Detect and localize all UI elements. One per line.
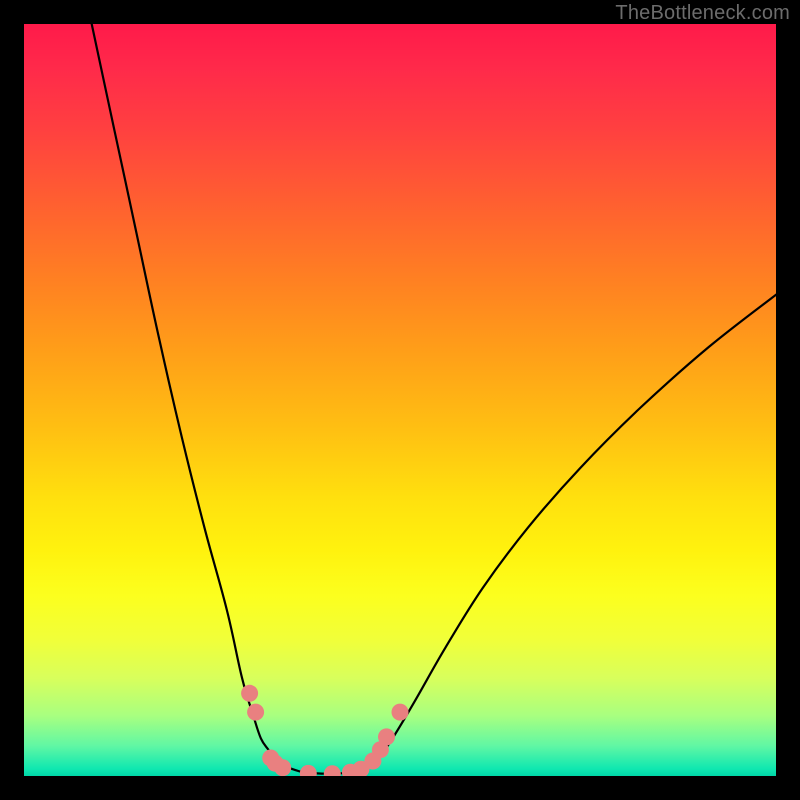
data-marker (324, 765, 341, 776)
data-marker (378, 728, 395, 745)
data-marker (300, 765, 317, 776)
data-marker (274, 759, 291, 776)
data-marker (241, 685, 258, 702)
marker-layer (241, 685, 408, 776)
outer-frame: TheBottleneck.com (0, 0, 800, 800)
chart-svg (24, 24, 776, 776)
data-marker (392, 704, 409, 721)
data-marker (247, 704, 264, 721)
plot-area (24, 24, 776, 776)
curve-left (92, 24, 303, 772)
curve-layer (92, 24, 776, 774)
watermark-text: TheBottleneck.com (615, 2, 790, 25)
curve-right (362, 295, 776, 772)
